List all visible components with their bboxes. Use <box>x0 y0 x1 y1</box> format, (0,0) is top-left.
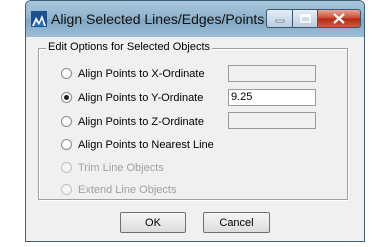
option-label: Align Points to Y-Ordinate <box>78 92 204 104</box>
title-bar[interactable]: Align Selected Lines/Edges/Points <box>26 1 364 37</box>
z-ordinate-field <box>228 112 316 129</box>
cancel-button[interactable]: Cancel <box>203 212 270 233</box>
option-label: Trim Line Objects <box>78 162 164 174</box>
radio-align-z[interactable] <box>61 116 72 127</box>
close-icon <box>333 13 345 24</box>
window-title: Align Selected Lines/Edges/Points <box>51 11 265 27</box>
option-label: Extend Line Objects <box>78 184 177 196</box>
x-ordinate-field <box>228 65 316 82</box>
radio-align-x[interactable] <box>61 68 72 79</box>
ok-button[interactable]: OK <box>120 212 186 233</box>
sap-logo-icon <box>31 11 47 27</box>
maximize-icon <box>299 14 311 23</box>
radio-trim-lines <box>61 162 72 173</box>
radio-extend-lines <box>61 184 72 195</box>
minimize-icon <box>275 19 284 22</box>
y-ordinate-field[interactable]: 9.25 <box>228 89 316 106</box>
dialog-window: Align Selected Lines/Edges/Points Edit O… <box>25 0 365 242</box>
group-label: Edit Options for Selected Objects <box>46 41 213 53</box>
close-button[interactable] <box>317 9 361 28</box>
option-label: Align Points to Z-Ordinate <box>78 116 204 128</box>
option-label: Align Points to X-Ordinate <box>78 68 205 80</box>
maximize-button[interactable] <box>292 9 318 28</box>
option-label: Align Points to Nearest Line <box>78 139 214 151</box>
radio-align-y[interactable] <box>61 92 72 103</box>
radio-align-nearest-line[interactable] <box>61 139 72 150</box>
minimize-button[interactable] <box>266 9 293 28</box>
